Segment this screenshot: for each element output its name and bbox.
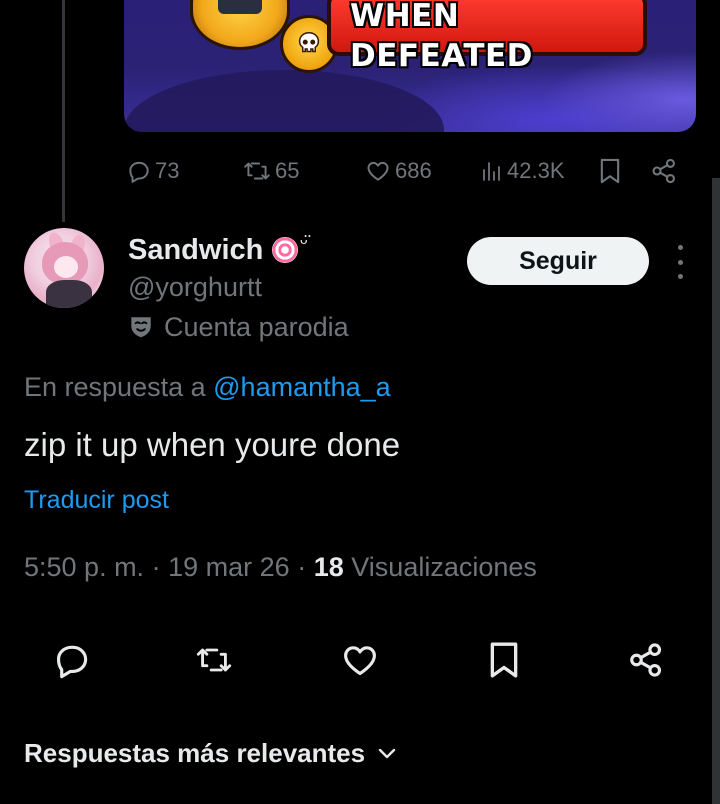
lollipop-emoji-icon	[272, 237, 298, 263]
parent-views-count: 42.3K	[507, 158, 565, 183]
parody-account-label: Cuenta parodia	[164, 312, 349, 342]
brawler-face-image	[218, 0, 262, 14]
post-date[interactable]: 19 mar 26	[168, 552, 290, 582]
views-count: 18	[313, 552, 344, 582]
avatar[interactable]	[24, 228, 104, 308]
reply-icon	[129, 161, 149, 183]
share-button[interactable]	[626, 640, 666, 680]
replies-sort-label: Respuestas más relevantes	[24, 738, 366, 768]
reply-icon	[56, 645, 88, 679]
bookmark-icon	[600, 158, 620, 184]
like-icon	[344, 646, 376, 676]
meta-separator: ·	[151, 552, 161, 582]
parent-like-count: 686	[395, 158, 432, 183]
replying-to: En respuesta a @hamantha_a	[24, 372, 391, 403]
parent-like-button[interactable]: 686	[364, 154, 432, 188]
post-metadata: 5:50 p. m. · 19 mar 26 · 18 Visualizacio…	[24, 552, 537, 583]
replies-sort-dropdown[interactable]: Respuestas más relevantes	[24, 738, 397, 769]
follow-button[interactable]: Seguir	[467, 237, 649, 285]
media-banner-text: WHEN DEFEATED	[350, 0, 533, 74]
views-label[interactable]: Visualizaciones	[351, 552, 537, 582]
like-button[interactable]	[340, 640, 380, 680]
scrollbar[interactable]	[712, 178, 720, 804]
parent-bookmark-button[interactable]	[598, 154, 622, 188]
share-icon	[652, 158, 675, 184]
replying-to-handle-link[interactable]: @hamantha_a	[213, 372, 391, 402]
more-icon[interactable]	[670, 245, 690, 279]
repost-icon	[244, 162, 270, 180]
repost-button[interactable]	[194, 640, 234, 680]
name-decoration: ᵕ̈	[300, 232, 309, 254]
parent-reply-count: 73	[155, 158, 180, 183]
meta-separator: ·	[297, 552, 307, 582]
repost-icon	[196, 648, 232, 672]
share-icon	[630, 643, 662, 677]
translate-post-link[interactable]: Traducir post	[24, 486, 169, 515]
thread-line	[62, 0, 65, 222]
parent-reply-button[interactable]: 73	[126, 154, 179, 188]
views-icon	[483, 162, 500, 181]
avatar-detail	[54, 256, 78, 278]
author-display-name[interactable]: Sandwich	[128, 234, 263, 267]
author-handle[interactable]: @yorghurtt	[128, 272, 262, 303]
parody-mask-icon	[128, 313, 154, 346]
parent-repost-button[interactable]: 65	[242, 154, 299, 188]
reply-button[interactable]	[52, 640, 92, 680]
like-icon	[367, 161, 389, 181]
parent-views-button[interactable]: 42.3K	[480, 154, 565, 188]
bookmark-button[interactable]	[484, 640, 524, 680]
bookmark-icon	[490, 642, 518, 678]
post-text: zip it up when youre done	[24, 426, 401, 463]
avatar-detail	[46, 280, 92, 308]
chevron-down-icon	[378, 748, 396, 758]
replying-to-prefix: En respuesta a	[24, 372, 206, 402]
parent-repost-count: 65	[275, 158, 300, 183]
parent-share-button[interactable]	[650, 154, 678, 188]
post-time[interactable]: 5:50 p. m.	[24, 552, 144, 582]
media-background-hill	[124, 70, 444, 132]
